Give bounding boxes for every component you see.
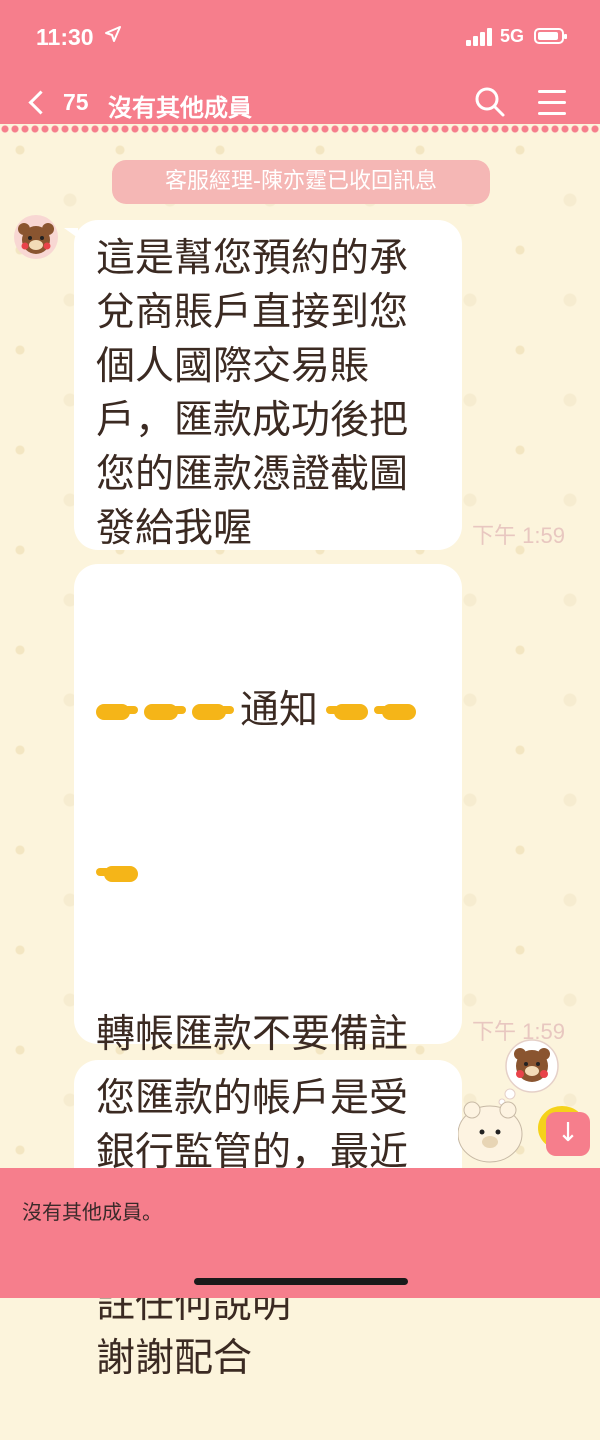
pointing-left-icon [96,862,138,884]
network-type: 5G [500,26,525,46]
notice-headline: 通知 [96,684,442,738]
status-time: 11:30 [36,24,94,50]
bottom-bar: 沒有其他成員。 [0,1168,600,1298]
system-notice: 客服經理-陳亦霆已收回訊息 [112,160,490,204]
pointing-left-icon [374,700,417,722]
chat-header: 75 沒有其他成員 [0,76,600,126]
pointing-right-icon [96,700,138,722]
pointing-right-icon [144,700,186,722]
message-bubble[interactable]: 這是幫您預約的承 兌商賬戶直接到您 個人國際交易賬 戶，匯款成功後把 您的匯款憑… [64,220,462,551]
unread-count: 75 [63,88,89,115]
message-time: 下午 1:59 [472,523,565,548]
chevron-left-icon [28,89,53,115]
header-decoration [0,124,600,134]
pointing-right-icon [192,700,234,722]
back-button[interactable]: 75 [24,82,89,122]
notice-headline-text: 通知 [240,688,319,733]
status-bar: 11:30 5G [0,0,600,76]
menu-icon[interactable] [538,90,566,116]
signal-icon [466,28,494,46]
chat-title: 沒有其他成員 [108,94,252,122]
location-arrow-icon [104,24,122,48]
search-icon[interactable] [474,86,506,118]
pointing-left-icon [326,700,369,722]
battery-icon [534,28,567,44]
scroll-down-button[interactable]: ↓ [546,1112,590,1156]
avatar[interactable] [14,215,58,259]
home-indicator[interactable] [194,1278,408,1285]
message-bubble[interactable]: 通知 轉帳匯款不要備註 任何說明 如有備註，銀行拒 絕收款。 切記轉帳時不要備 … [74,564,462,1381]
no-members-notice: 沒有其他成員。 [22,1200,162,1224]
arrow-down-icon: ↓ [557,1118,579,1148]
